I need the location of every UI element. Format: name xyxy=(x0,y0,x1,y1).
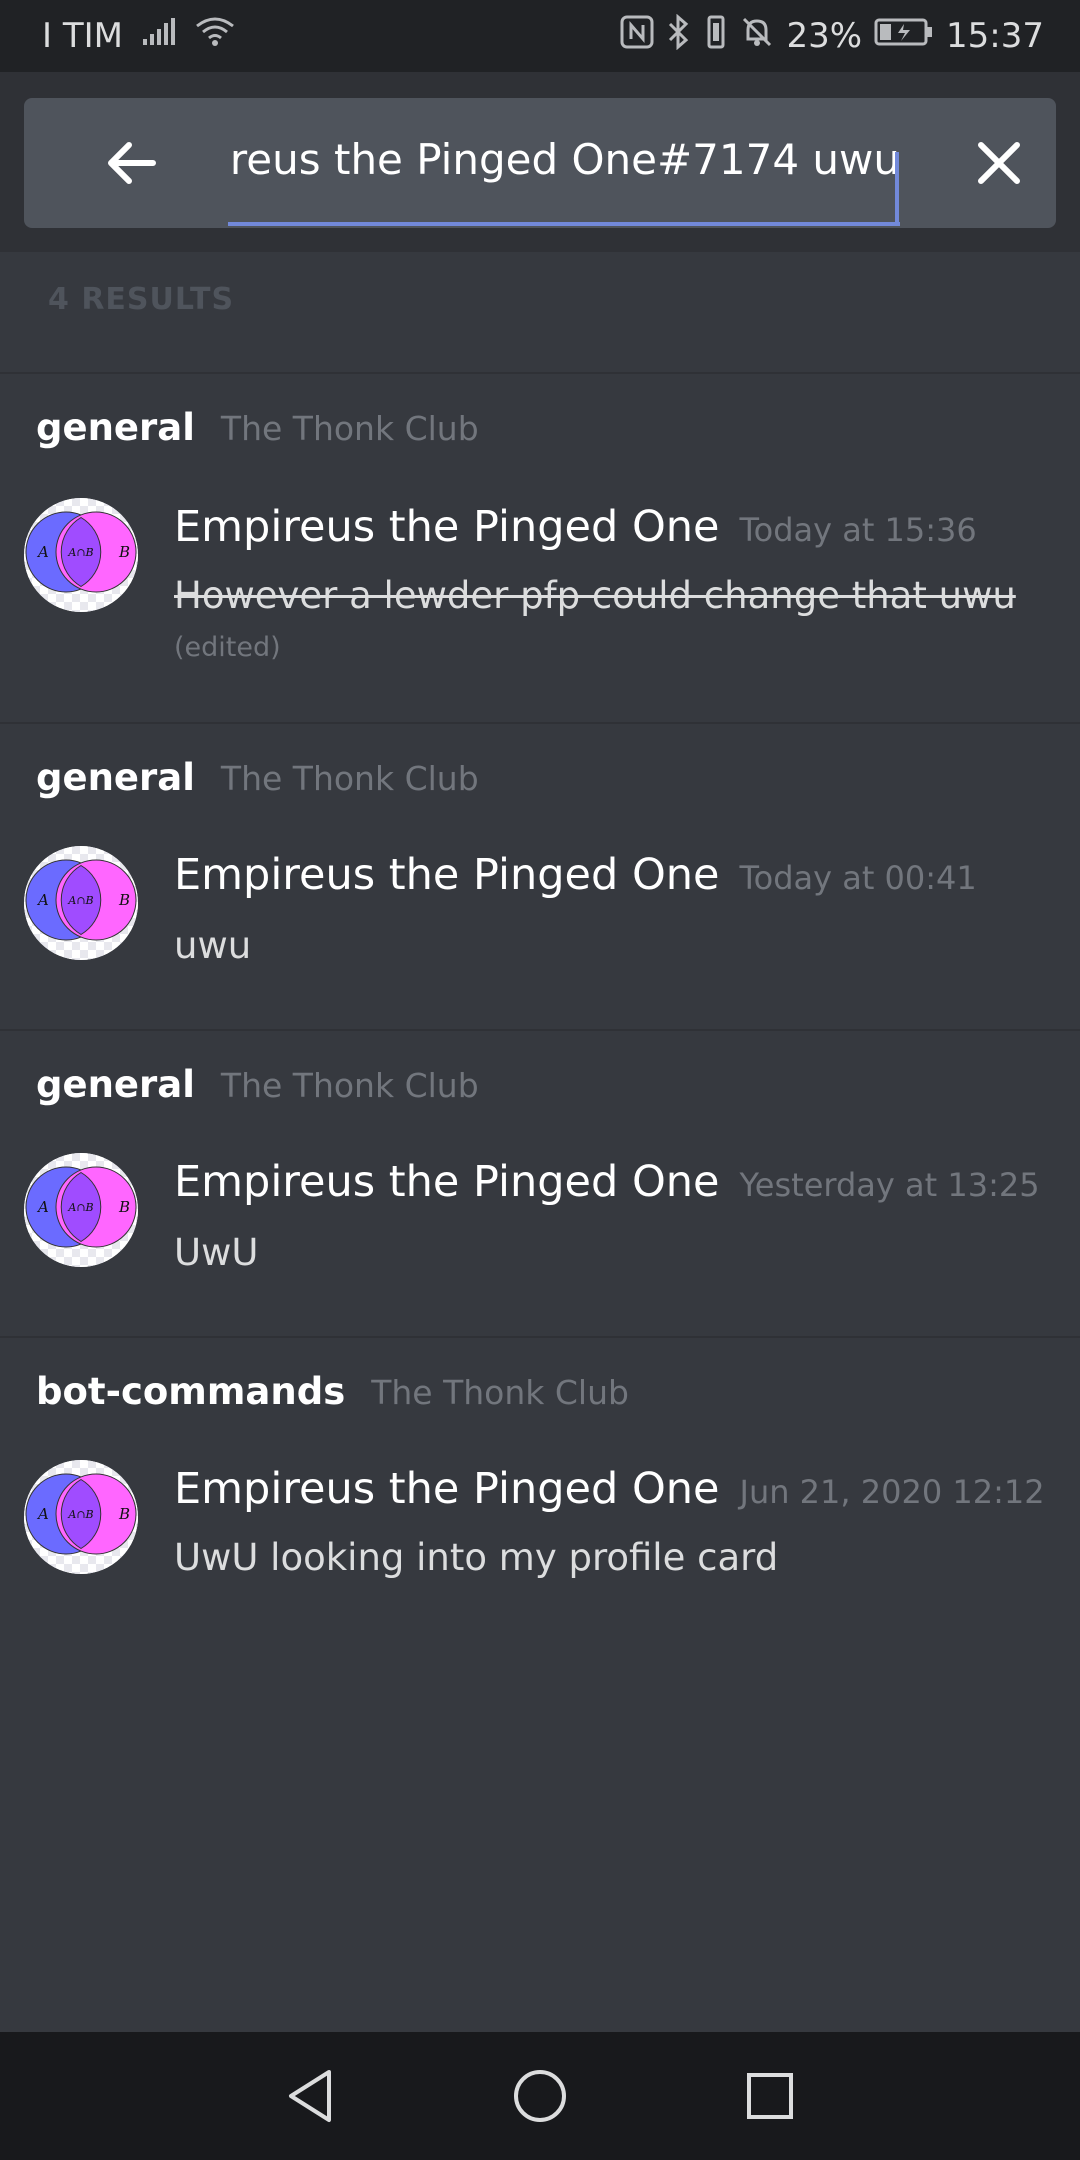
triangle-back-icon xyxy=(289,2070,331,2122)
timestamp: Today at 00:41 xyxy=(739,859,977,897)
author-name[interactable]: Empireus the Pinged One xyxy=(174,1157,720,1207)
author-name[interactable]: Empireus the Pinged One xyxy=(174,1464,720,1514)
nav-home-button[interactable] xyxy=(505,2061,575,2131)
server-name: The Thonk Club xyxy=(220,409,479,448)
timestamp: Today at 15:36 xyxy=(739,511,977,549)
search-result[interactable]: general The Thonk Club A B A∩B Empireus … xyxy=(0,1031,1080,1338)
wifi-icon xyxy=(195,16,235,57)
channel-name[interactable]: general xyxy=(36,406,195,449)
message-header: Empireus the Pinged One Yesterday at 13:… xyxy=(174,1157,1040,1207)
svg-text:A∩B: A∩B xyxy=(67,1508,93,1521)
svg-text:A: A xyxy=(36,1505,49,1523)
timestamp: Yesterday at 13:25 xyxy=(739,1166,1040,1204)
search-result[interactable]: general The Thonk Club A B A∩B Empireus … xyxy=(0,724,1080,1031)
venn-avatar-icon: A B A∩B xyxy=(24,846,138,960)
svg-text:B: B xyxy=(118,1198,130,1216)
close-icon xyxy=(978,142,1020,184)
author-name[interactable]: Empireus the Pinged One xyxy=(174,850,720,900)
square-recents-icon xyxy=(747,2073,793,2119)
venn-avatar-icon: A B A∩B xyxy=(24,1153,138,1267)
results-count: 4 RESULTS xyxy=(48,282,235,317)
avatar[interactable]: A B A∩B xyxy=(24,1460,138,1574)
message-text: However a lewder pfp could change that u… xyxy=(174,574,1016,617)
channel-name[interactable]: general xyxy=(36,756,195,799)
mute-bell-icon xyxy=(740,15,774,58)
search-input[interactable]: Empireus the Pinged One#7174 uwu xyxy=(228,122,900,202)
message-text: uwu xyxy=(174,924,252,967)
timestamp: Jun 21, 2020 12:12 xyxy=(739,1473,1045,1511)
clock: 15:37 xyxy=(946,16,1044,56)
navigation-bar xyxy=(0,2032,1080,2160)
avatar[interactable]: A B A∩B xyxy=(24,846,138,960)
result-channel-line: general The Thonk Club xyxy=(36,1063,479,1106)
search-result[interactable]: general The Thonk Club A B A∩B Empireus … xyxy=(0,374,1080,724)
message-text: UwU looking into my profile card xyxy=(174,1536,779,1579)
avatar[interactable]: A B A∩B xyxy=(24,498,138,612)
svg-text:A: A xyxy=(36,891,49,909)
result-channel-line: general The Thonk Club xyxy=(36,756,479,799)
message-header: Empireus the Pinged One Today at 15:36 xyxy=(174,502,977,552)
server-name: The Thonk Club xyxy=(220,1066,479,1105)
back-button[interactable] xyxy=(94,126,168,200)
server-name: The Thonk Club xyxy=(371,1373,629,1412)
nav-recents-button[interactable] xyxy=(735,2061,805,2131)
svg-text:A: A xyxy=(36,543,49,561)
nfc-icon xyxy=(620,15,654,58)
message-text: UwU xyxy=(174,1231,259,1274)
channel-name[interactable]: general xyxy=(36,1063,195,1106)
svg-text:B: B xyxy=(118,891,130,909)
avatar[interactable]: A B A∩B xyxy=(24,1153,138,1267)
result-channel-line: bot-commands The Thonk Club xyxy=(36,1370,629,1413)
signal-icon xyxy=(141,16,177,56)
arrow-left-icon xyxy=(108,142,156,184)
clear-search-button[interactable] xyxy=(964,128,1034,198)
search-underline xyxy=(228,222,900,226)
result-channel-line: general The Thonk Club xyxy=(36,406,479,449)
search-query: Empireus the Pinged One#7174 uwu xyxy=(228,135,900,184)
battery-charging-icon xyxy=(874,16,934,56)
message-header: Empireus the Pinged One Today at 00:41 xyxy=(174,850,977,900)
battery-percent: 23% xyxy=(786,16,863,56)
svg-text:A∩B: A∩B xyxy=(67,546,93,559)
nav-back-button[interactable] xyxy=(275,2061,345,2131)
vibrate-icon xyxy=(704,15,728,58)
svg-text:A: A xyxy=(36,1198,49,1216)
results-header: 4 RESULTS xyxy=(0,252,1080,374)
svg-text:B: B xyxy=(118,1505,130,1523)
carrier-label: I TIM xyxy=(42,16,123,56)
message-header: Empireus the Pinged One Jun 21, 2020 12:… xyxy=(174,1464,1045,1514)
svg-text:A∩B: A∩B xyxy=(67,1201,93,1214)
channel-name[interactable]: bot-commands xyxy=(36,1370,345,1413)
text-caret xyxy=(895,152,899,224)
edited-label: (edited) xyxy=(174,632,281,663)
circle-home-icon xyxy=(514,2070,566,2122)
author-name[interactable]: Empireus the Pinged One xyxy=(174,502,720,552)
server-name: The Thonk Club xyxy=(220,759,479,798)
venn-avatar-icon: A B A∩B xyxy=(24,1460,138,1574)
svg-text:A∩B: A∩B xyxy=(67,894,93,907)
venn-avatar-icon: A B A∩B xyxy=(24,498,138,612)
search-box: Empireus the Pinged One#7174 uwu xyxy=(24,98,1056,228)
search-result[interactable]: bot-commands The Thonk Club A B A∩B Empi… xyxy=(0,1338,1080,1618)
svg-text:B: B xyxy=(118,543,130,561)
search-header: Empireus the Pinged One#7174 uwu xyxy=(0,72,1080,252)
status-bar: I TIM 23% 15:37 xyxy=(0,0,1080,72)
bluetooth-icon xyxy=(666,13,692,59)
